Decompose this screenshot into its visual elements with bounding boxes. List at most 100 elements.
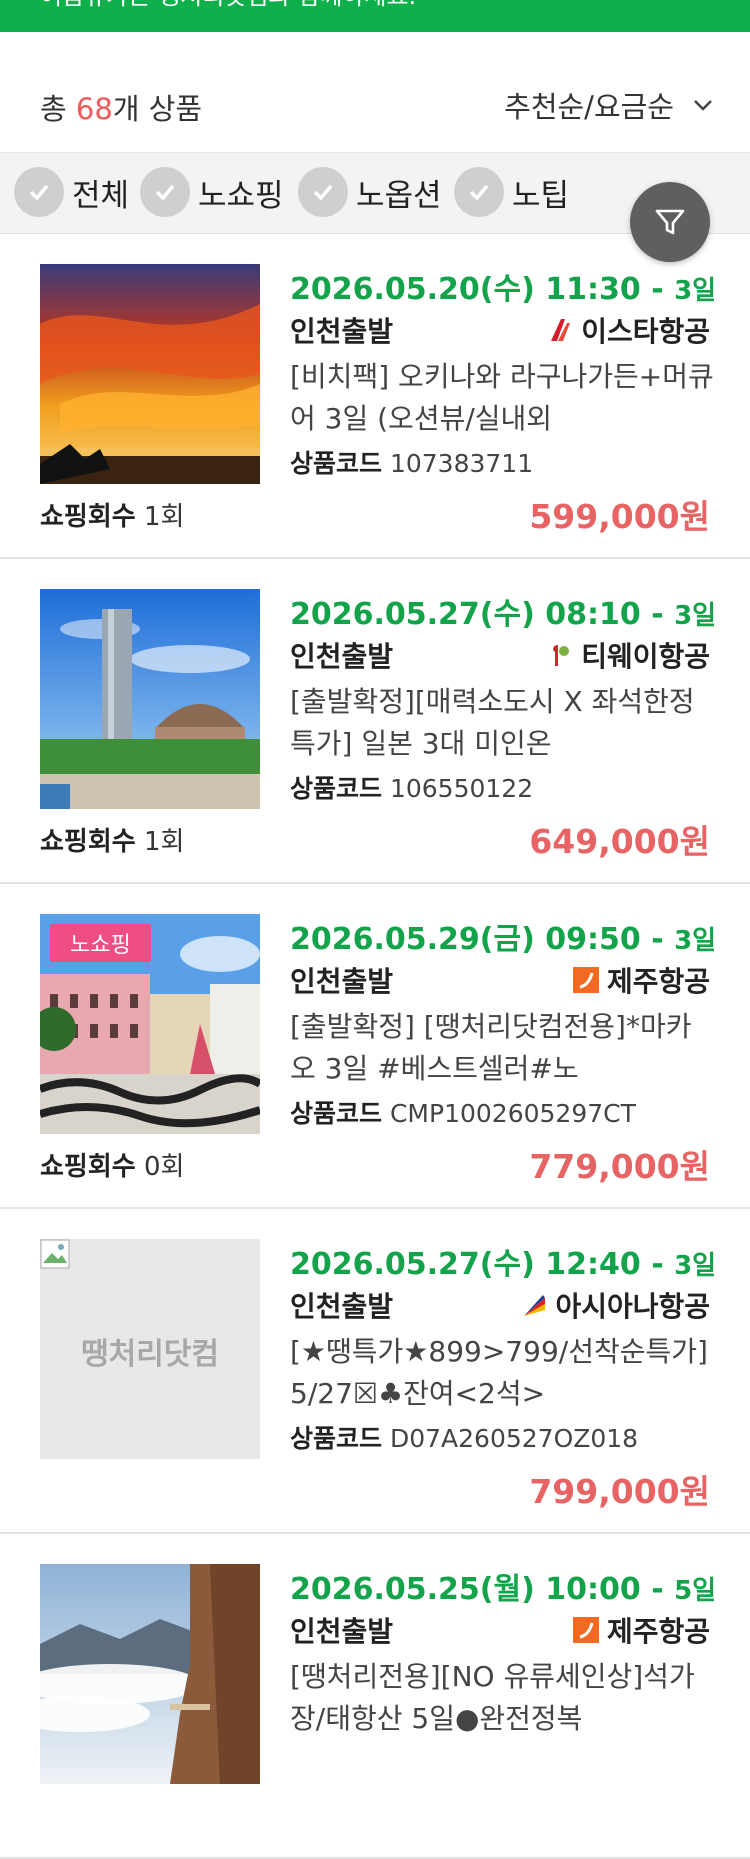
date-text: 2026.05.27(수) 08:10 - [290, 597, 664, 632]
product-title: [땡처리전용][NO 유류세인상]석가장/태항산 5일●완전정복 [290, 1660, 695, 1735]
shopping-count: 쇼핑회수 0회 [40, 1146, 184, 1183]
airline-name: 제주항공 [606, 965, 710, 998]
product-price: 599,000원 [529, 497, 710, 536]
no-shopping-badge: 노쇼핑 [50, 924, 151, 962]
shopping-count-label: 쇼핑회수 [40, 502, 136, 532]
airline-name: 아시아나항공 [555, 1290, 710, 1323]
departure-date: 2026.05.29(금) 09:50 - 3일 [290, 914, 716, 958]
airline: 아시아나항공 [521, 1285, 710, 1325]
product-card[interactable]: 쇼핑회수 1회 2026.05.27(수) 08:10 - 3일 인천출발 티웨… [0, 559, 750, 884]
departure-city: 인천출발 [290, 315, 394, 348]
product-code-label: 상품코드 [290, 774, 383, 803]
product-code: 상품코드 D07A260527OZ018 [290, 1419, 638, 1455]
shopping-count: 쇼핑회수 1회 [40, 821, 184, 858]
filter-chip-no-option[interactable]: 노옵션 [298, 167, 442, 217]
product-code-label: 상품코드 [290, 1099, 383, 1128]
date-text: 2026.05.25(월) 10:00 - [290, 1572, 664, 1607]
product-title: [출발확정] [땡처리닷컴전용]*마카오 3일 #베스트셀러#노 [290, 1010, 692, 1085]
product-price: 799,000원 [529, 1472, 710, 1511]
jejuair-logo-icon [572, 967, 599, 993]
product-list: 쇼핑회수 1회 2026.05.20(수) 11:30 - 3일 인천출발 이스… [0, 234, 750, 1859]
trip-duration: 5일 [674, 1576, 717, 1606]
asiana-logo-icon [524, 1295, 546, 1316]
departure-date: 2026.05.27(수) 12:40 - 3일 [290, 1239, 716, 1283]
departure-city: 인천출발 [290, 1290, 394, 1323]
total-suffix: 개 상품 [112, 92, 203, 126]
result-summary: 총 68개 상품 추천순/요금순 [0, 32, 750, 153]
filter-chip-label: 전체 [72, 177, 130, 214]
departure-date: 2026.05.27(수) 08:10 - 3일 [290, 589, 716, 633]
shopping-count-label: 쇼핑회수 [40, 827, 136, 857]
shopping-count-value: 0회 [143, 1152, 185, 1182]
total-count: 총 68개 상품 [40, 86, 202, 128]
promo-banner-text: 여름휴가는 땡처리닷컴과 함께하세요. [40, 0, 750, 12]
product-image [40, 589, 260, 809]
product-code-label: 상품코드 [290, 1424, 383, 1453]
product-code-label: 상품코드 [290, 449, 383, 478]
filter-chip-all[interactable]: 전체 [14, 167, 129, 217]
airline-name: 티웨이항공 [581, 640, 710, 673]
product-card[interactable]: 노쇼핑 쇼핑회수 0회 2026.05.29(금) 09:50 - 3일 인천출… [0, 884, 750, 1209]
trip-duration: 3일 [674, 926, 717, 956]
total-number: 68 [75, 92, 113, 126]
product-price: 649,000원 [529, 822, 710, 861]
product-title: [출발확정][매력소도시 X 좌석한정특가] 일본 3대 미인온 [290, 685, 695, 760]
jejuair-logo-icon [572, 1617, 599, 1643]
product-card[interactable]: 땡처리닷컴 2026.05.27(수) 12:40 - 3일 인천출발 아시아나… [0, 1209, 750, 1534]
trip-duration: 3일 [674, 1251, 717, 1281]
broken-image-icon [40, 1239, 70, 1269]
product-code: 상품코드 106550122 [290, 769, 533, 805]
filter-chip-no-tip[interactable]: 노팁 [454, 167, 569, 217]
departure-city: 인천출발 [290, 1615, 394, 1648]
product-code: 상품코드 CMP1002605297CT [290, 1094, 636, 1130]
product-card[interactable]: 쇼핑회수 1회 2026.05.20(수) 11:30 - 3일 인천출발 이스… [0, 234, 750, 559]
shopping-count-value: 1회 [143, 502, 185, 532]
filter-chip-no-shopping[interactable]: 노쇼핑 [140, 167, 284, 217]
airline: 이스타항공 [547, 310, 710, 350]
airline: 제주항공 [572, 960, 710, 1000]
product-code-value: CMP1002605297CT [389, 1099, 636, 1128]
check-icon [454, 167, 504, 217]
product-title: [비치팩] 오키나와 라구나가든+머큐어 3일 (오션뷰/실내외 [290, 360, 714, 435]
filter-chip-label: 노쇼핑 [198, 177, 284, 214]
airline-name: 이스타항공 [581, 315, 710, 348]
product-code-value: 106550122 [389, 774, 534, 803]
airline: 제주항공 [572, 1610, 710, 1650]
trip-duration: 3일 [674, 601, 717, 631]
check-icon [140, 167, 190, 217]
date-text: 2026.05.20(수) 11:30 - [290, 272, 664, 307]
check-icon [14, 167, 64, 217]
departure-city: 인천출발 [290, 965, 394, 998]
eastar-logo-icon [551, 319, 571, 341]
airline: 티웨이항공 [547, 635, 710, 675]
product-code-value: D07A260527OZ018 [389, 1424, 639, 1453]
shopping-count: 쇼핑회수 1회 [40, 496, 184, 533]
filter-chip-label: 노옵션 [356, 177, 442, 214]
product-title: [★땡특가★899>799/선착순특가] 5/27☒♣잔여<2석> [290, 1335, 708, 1410]
date-text: 2026.05.27(수) 12:40 - [290, 1247, 664, 1282]
product-card[interactable]: 2026.05.25(월) 10:00 - 5일 인천출발 제주항공 [땡처리전… [0, 1534, 750, 1859]
departure-date: 2026.05.20(수) 11:30 - 3일 [290, 264, 716, 308]
sort-label: 추천순/요금순 [504, 90, 674, 124]
departure-date: 2026.05.25(월) 10:00 - 5일 [290, 1564, 716, 1608]
total-prefix: 총 [40, 92, 76, 126]
shopping-count-value: 1회 [143, 827, 185, 857]
check-icon [298, 167, 348, 217]
shopping-count-label: 쇼핑회수 [40, 1152, 136, 1182]
product-image [40, 1564, 260, 1784]
promo-banner[interactable]: 여름휴가는 땡처리닷컴과 함께하세요. [0, 0, 750, 32]
product-image: 노쇼핑 [40, 914, 260, 1134]
product-code-value: 107383711 [389, 449, 534, 478]
product-image: 땡처리닷컴 [40, 1239, 260, 1459]
airline-name: 제주항공 [606, 1615, 710, 1648]
tway-logo-icon [553, 645, 570, 666]
sort-dropdown[interactable]: 추천순/요금순 [504, 84, 714, 126]
placeholder-logo: 땡처리닷컴 [81, 1337, 219, 1372]
product-code: 상품코드 107383711 [290, 444, 533, 480]
departure-city: 인천출발 [290, 640, 394, 673]
date-text: 2026.05.29(금) 09:50 - [290, 922, 664, 957]
trip-duration: 3일 [674, 276, 717, 306]
chevron-down-icon [694, 100, 712, 111]
product-price: 779,000원 [529, 1147, 710, 1186]
filter-chip-label: 노팁 [512, 177, 570, 214]
